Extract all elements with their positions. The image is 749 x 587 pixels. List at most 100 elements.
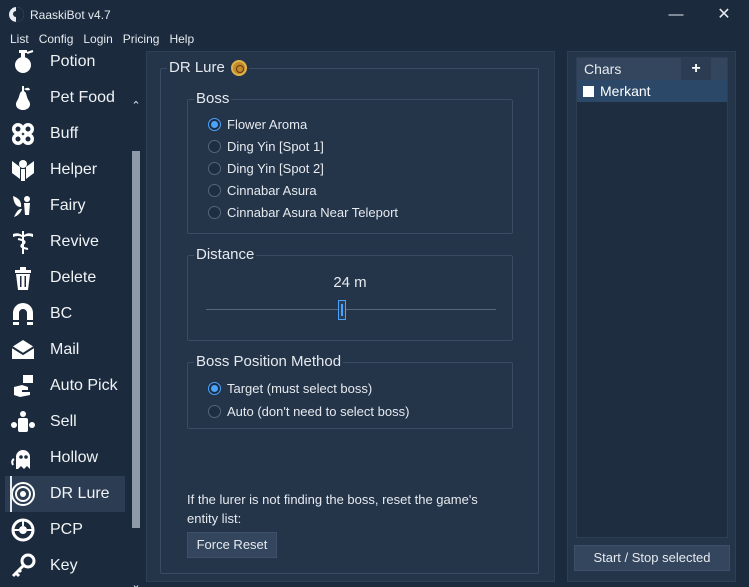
boss-option-ding-yin-2[interactable]: Ding Yin [Spot 2] <box>208 158 324 178</box>
chars-panel: Chars + Merkant Start / Stop selected <box>567 51 736 582</box>
sidebar-item-label: Key <box>50 557 78 574</box>
radio-label: Flower Aroma <box>227 116 308 132</box>
sidebar-item-revive[interactable]: Revive <box>5 224 125 260</box>
sell-icon <box>8 407 38 437</box>
char-row[interactable]: Merkant <box>577 80 727 102</box>
menu-pricing[interactable]: Pricing <box>118 30 165 48</box>
radio-button[interactable] <box>208 117 221 131</box>
radio-label: Auto (don't need to select boss) <box>227 403 410 419</box>
boss-option-cinnabar-asura[interactable]: Cinnabar Asura <box>208 180 317 200</box>
key-icon <box>8 551 38 581</box>
radio-label: Cinnabar Asura <box>227 182 317 198</box>
radio-button[interactable] <box>208 139 221 153</box>
scroll-down-button[interactable]: ⌄ <box>130 579 142 587</box>
pickup-hand-icon <box>8 371 38 401</box>
magnet-icon <box>8 299 38 329</box>
radio-label: Cinnabar Asura Near Teleport <box>227 204 399 220</box>
sidebar-item-label: DR Lure <box>50 485 110 502</box>
dr-lure-icon <box>8 479 38 509</box>
sidebar-item-label: Revive <box>50 233 99 250</box>
sidebar-item-label: BC <box>50 305 73 322</box>
window-title: RaaskiBot v4.7 <box>30 8 111 22</box>
sidebar-item-label: PCP <box>50 521 83 538</box>
trash-icon <box>8 263 38 293</box>
active-indicator <box>10 476 12 512</box>
sidebar-item-hollow[interactable]: Hollow <box>5 440 125 476</box>
sidebar-item-label: Potion <box>50 53 96 70</box>
distance-slider-thumb[interactable] <box>338 300 346 320</box>
distance-legend: Distance <box>194 246 257 264</box>
app-logo-icon <box>9 7 24 22</box>
sidebar-item-pcp[interactable]: PCP <box>5 512 125 548</box>
menu-help[interactable]: Help <box>164 30 199 48</box>
ghost-icon <box>8 443 38 473</box>
sidebar-item-label: Fairy <box>50 197 86 214</box>
sidebar-item-label: Sell <box>50 413 77 430</box>
radio-label: Ding Yin [Spot 1] <box>227 138 324 154</box>
radio-button[interactable] <box>208 161 221 175</box>
sidebar-item-label: Pet Food <box>50 89 115 106</box>
sidebar-scrollbar-thumb[interactable] <box>132 151 140 528</box>
position-option-target[interactable]: Target (must select boss) <box>208 378 372 398</box>
radio-button[interactable] <box>208 183 221 197</box>
dr-lure-panel: DR Lure Boss Flower Aroma Ding Yin [Spot… <box>146 51 555 582</box>
position-method-legend: Boss Position Method <box>194 353 344 371</box>
menu-list[interactable]: List <box>0 30 34 48</box>
pear-icon <box>8 83 38 113</box>
sidebar-item-label: Delete <box>50 269 97 286</box>
scroll-up-button[interactable]: ⌃ <box>130 100 142 112</box>
sidebar-item-helper[interactable]: Helper <box>5 152 125 188</box>
sidebar-item-label: Buff <box>50 125 79 142</box>
position-method-group: Boss Position Method Target (must select… <box>187 353 513 429</box>
start-stop-button[interactable]: Start / Stop selected <box>574 545 730 571</box>
sidebar-item-dr-lure[interactable]: DR Lure <box>5 476 125 512</box>
sidebar-item-sell[interactable]: Sell <box>5 404 125 440</box>
sidebar-item-potion[interactable]: Potion <box>5 48 125 80</box>
dr-lure-badge-icon <box>230 60 247 76</box>
sidebar-item-key[interactable]: Key <box>5 548 125 584</box>
menu-config[interactable]: Config <box>34 30 79 48</box>
distance-value: 24 m <box>333 274 367 291</box>
chars-title: Chars <box>584 61 622 77</box>
panel-title: DR Lure <box>167 59 249 77</box>
char-checkbox[interactable] <box>583 85 594 97</box>
char-name: Merkant <box>600 83 651 99</box>
reset-note: If the lurer is not finding the boss, re… <box>187 492 478 526</box>
radio-button[interactable] <box>208 381 221 395</box>
sidebar-item-label: Mail <box>50 341 80 358</box>
sidebar-item-mail[interactable]: Mail <box>5 332 125 368</box>
sidebar-item-label: Auto Pick <box>50 377 118 394</box>
fairy-icon <box>8 191 38 221</box>
distance-slider-track[interactable] <box>206 309 496 310</box>
sidebar-item-label: Helper <box>50 161 98 178</box>
distance-group: Distance 24 m <box>187 246 513 341</box>
sidebar-item-buff[interactable]: Buff <box>5 116 125 152</box>
boss-option-cinnabar-asura-near-teleport[interactable]: Cinnabar Asura Near Teleport <box>208 202 398 222</box>
menu-login[interactable]: Login <box>78 30 117 48</box>
sidebar-item-auto-pick[interactable]: Auto Pick <box>5 368 125 404</box>
sidebar-item-pet-food[interactable]: Pet Food <box>5 80 125 116</box>
potion-icon <box>8 48 38 77</box>
position-option-auto[interactable]: Auto (don't need to select boss) <box>208 401 409 421</box>
boss-option-ding-yin-1[interactable]: Ding Yin [Spot 1] <box>208 136 324 156</box>
pcp-icon <box>8 515 38 545</box>
menu-bar: List Config Login Pricing Help <box>0 30 199 48</box>
sidebar: Potion Pet Food Buff Helper Fairy Revive <box>0 48 145 587</box>
envelope-icon <box>8 335 38 365</box>
swirl-icon <box>8 119 38 149</box>
boss-group: Boss Flower Aroma Ding Yin [Spot 1] Ding… <box>187 90 513 234</box>
radio-label: Target (must select boss) <box>227 380 373 396</box>
sidebar-item-delete[interactable]: Delete <box>5 260 125 296</box>
force-reset-button[interactable]: Force Reset <box>187 532 277 558</box>
add-char-button[interactable]: + <box>681 58 711 80</box>
close-button[interactable]: ✕ <box>709 4 739 26</box>
caduceus-icon <box>8 227 38 257</box>
helper-icon <box>8 155 38 185</box>
radio-button[interactable] <box>208 205 221 219</box>
chars-list: Chars + Merkant <box>576 57 728 538</box>
minimize-button[interactable]: — <box>661 4 691 26</box>
boss-option-flower-aroma[interactable]: Flower Aroma <box>208 114 307 134</box>
radio-button[interactable] <box>208 404 221 418</box>
sidebar-item-bc[interactable]: BC <box>5 296 125 332</box>
sidebar-item-fairy[interactable]: Fairy <box>5 188 125 224</box>
